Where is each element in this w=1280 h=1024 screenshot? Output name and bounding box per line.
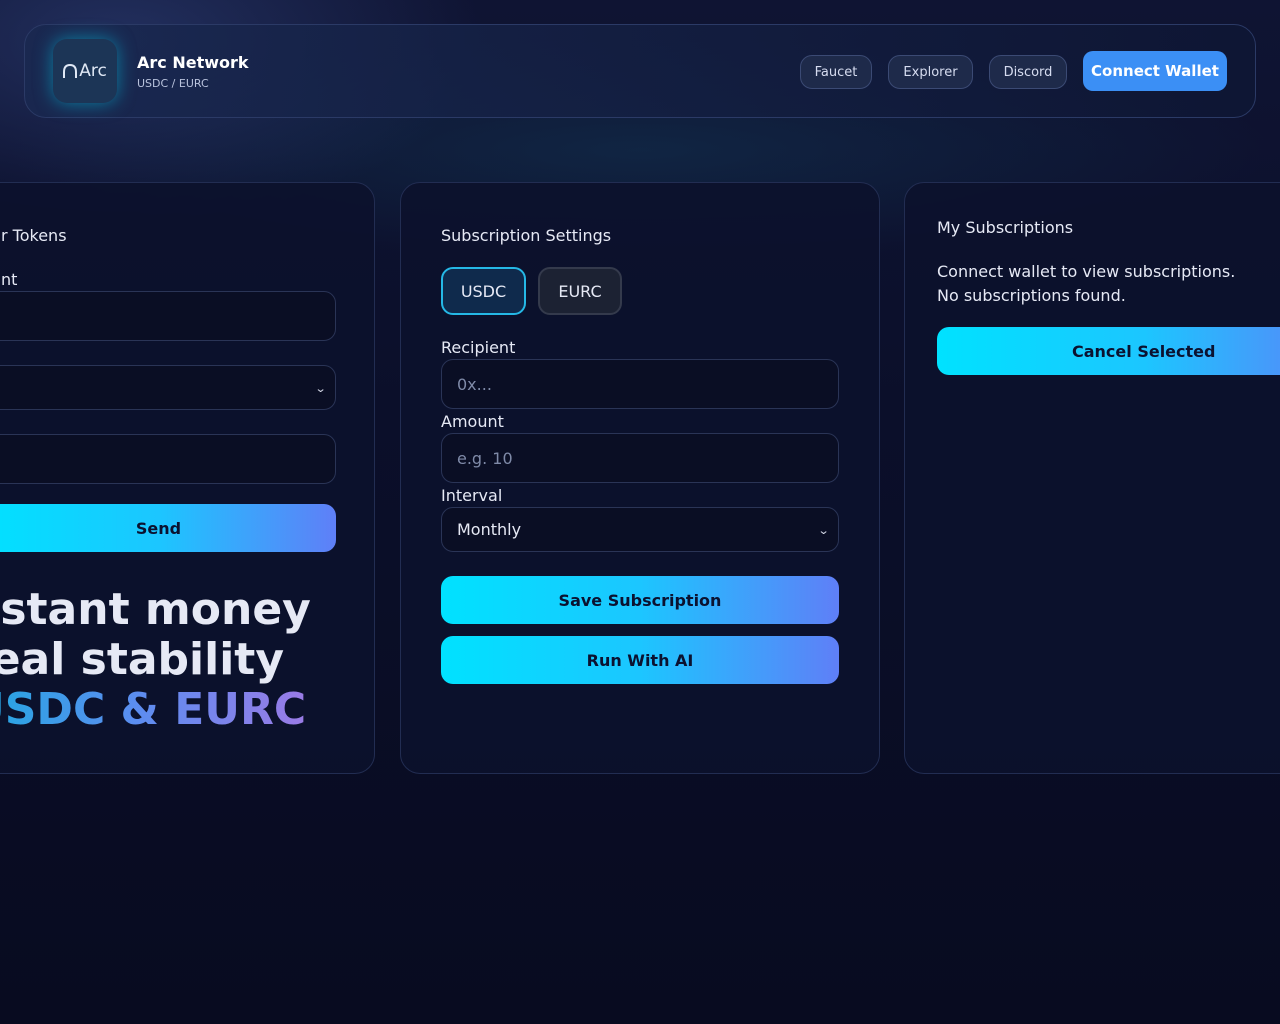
amount-input[interactable]: e.g. 10 <box>441 433 839 483</box>
explorer-button[interactable]: Explorer <box>888 55 973 89</box>
transfer-amount-input[interactable] <box>0 434 336 484</box>
transfer-title: r Tokens <box>1 226 67 245</box>
cancel-selected-button[interactable]: Cancel Selected <box>937 327 1280 375</box>
app-background: Arc Arc Network USDC / EURC Faucet Explo… <box>0 0 1280 1024</box>
cancel-selected-label: Cancel Selected <box>1072 341 1216 361</box>
hero-line-2: real stability <box>0 634 285 685</box>
token-usdc-button[interactable]: USDC <box>441 267 526 315</box>
subscription-title: Subscription Settings <box>441 226 612 245</box>
my-subscriptions-panel: My Subscriptions Connect wallet to view … <box>904 182 1280 774</box>
amount-label: Amount <box>441 412 504 431</box>
faucet-button[interactable]: Faucet <box>800 55 872 89</box>
logo-text: Arc <box>79 61 107 81</box>
brand-title: Arc Network <box>137 53 249 72</box>
token-eurc-button[interactable]: EURC <box>538 267 622 315</box>
interval-select[interactable]: Monthly ⌄ <box>441 507 839 552</box>
interval-label: Interval <box>441 486 503 505</box>
no-subscriptions-message: No subscriptions found. <box>937 286 1126 305</box>
hero-line-3: USDC & EURC <box>0 685 306 735</box>
recipient-input[interactable]: 0x... <box>441 359 839 409</box>
transfer-recipient-input[interactable] <box>0 291 336 341</box>
arc-logo: Arc <box>53 39 117 103</box>
top-header: Arc Arc Network USDC / EURC Faucet Explo… <box>24 24 1256 118</box>
discord-button[interactable]: Discord <box>989 55 1067 89</box>
send-button[interactable]: Send <box>0 504 336 552</box>
interval-value: Monthly <box>457 520 522 539</box>
arc-arch-icon <box>63 63 78 78</box>
recipient-label: Recipient <box>441 338 516 357</box>
transfer-token-select[interactable]: ⌄ <box>0 365 336 410</box>
chevron-down-icon: ⌄ <box>817 523 830 537</box>
transfer-panel: r Tokens nt ⌄ Send nstant money real sta… <box>0 182 375 774</box>
run-with-ai-button[interactable]: Run With AI <box>441 636 839 684</box>
transfer-field-label: nt <box>1 270 18 289</box>
connect-wallet-button[interactable]: Connect Wallet <box>1083 51 1227 91</box>
brand-subtitle: USDC / EURC <box>137 77 209 90</box>
subscription-panel: Subscription Settings USDC EURC Recipien… <box>400 182 880 774</box>
connect-wallet-message: Connect wallet to view subscriptions. <box>937 262 1236 281</box>
chevron-down-icon: ⌄ <box>314 381 327 395</box>
save-subscription-button[interactable]: Save Subscription <box>441 576 839 624</box>
my-subscriptions-title: My Subscriptions <box>937 218 1074 237</box>
hero-line-1: nstant money <box>0 584 311 635</box>
